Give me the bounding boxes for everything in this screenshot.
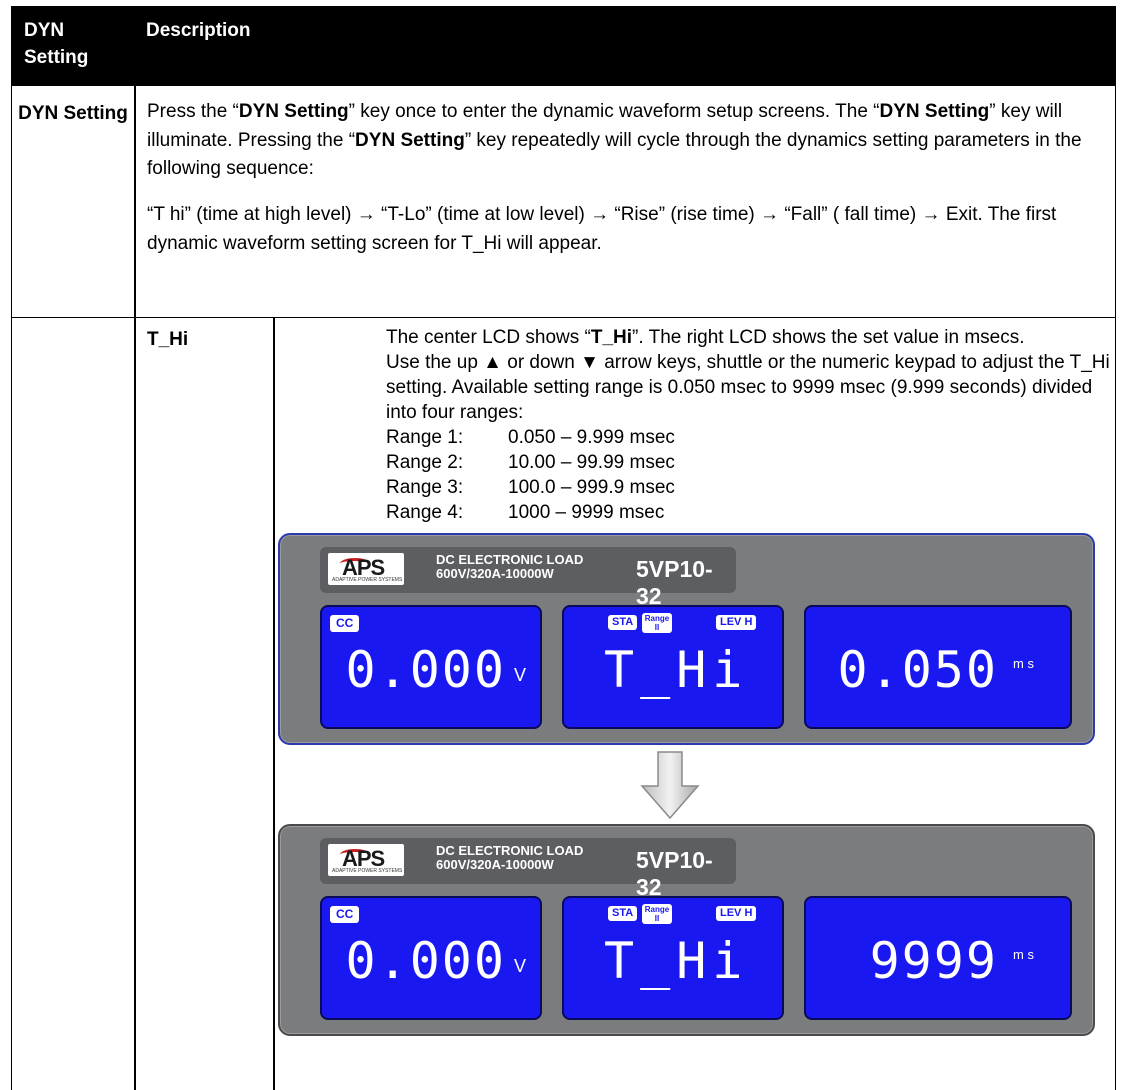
- time-unit: m s: [1013, 656, 1034, 671]
- panel-title-line1: DC ELECTRONIC LOAD: [436, 552, 584, 567]
- lcd-center: STA Range II LEV H T_Hi: [562, 896, 784, 1020]
- device-panel-2: APS ADAPTIVE POWER SYSTEMS DC ELECTRONIC…: [278, 824, 1095, 1036]
- voltage-readout: 0.000: [345, 932, 506, 990]
- dyn-sequence-text: “T hi” (time at high level) → “T-Lo” (ti…: [147, 204, 1057, 254]
- lev-indicator: LEV H: [716, 615, 757, 630]
- range-indicator: Range II: [642, 613, 672, 633]
- range-indicator: Range II: [642, 904, 672, 924]
- range-1: Range 1: 0.050 – 9.999 msec: [386, 427, 675, 448]
- lcd-right: 9999 m s: [804, 896, 1072, 1020]
- sta-indicator: STA: [608, 615, 638, 630]
- cc-indicator: CC: [330, 615, 360, 632]
- header-col-description: Description: [146, 20, 251, 41]
- panel-title-bar: APS ADAPTIVE POWER SYSTEMS DC ELECTRONIC…: [320, 838, 736, 900]
- aps-logo: APS ADAPTIVE POWER SYSTEMS: [328, 844, 404, 876]
- lcd-left: CC 0.000 V: [320, 605, 542, 729]
- t-hi-line1: The center LCD shows “T_Hi”. The right L…: [386, 327, 1025, 348]
- range-2: Range 2: 10.00 – 99.99 msec: [386, 452, 675, 473]
- lcd-right: 0.050 m s: [804, 605, 1072, 729]
- table-header: DYN Setting Description: [12, 7, 1115, 86]
- panel-title-line1: DC ELECTRONIC LOAD: [436, 843, 584, 858]
- aps-logo: APS ADAPTIVE POWER SYSTEMS: [328, 553, 404, 585]
- panel-title-line2: 600V/320A-10000W: [436, 566, 554, 581]
- t-hi-description: The center LCD shows “T_Hi”. The right L…: [386, 325, 1116, 525]
- range-4: Range 4: 1000 – 9999 msec: [386, 502, 665, 523]
- row-label-t-hi: T_Hi: [147, 329, 189, 350]
- range-3: Range 3: 100.0 – 999.9 msec: [386, 477, 675, 498]
- voltage-unit: V: [513, 956, 526, 976]
- model-number: 5VP10-32: [636, 556, 713, 609]
- model-number: 5VP10-32: [636, 847, 713, 900]
- parameter-readout: T_Hi: [604, 932, 749, 990]
- column-divider: [134, 86, 136, 1090]
- voltage-unit: V: [513, 665, 526, 685]
- cc-indicator: CC: [330, 906, 360, 923]
- lev-indicator: LEV H: [716, 906, 757, 921]
- row-label-dyn-setting: DYN Setting: [18, 103, 128, 124]
- table-row-dyn-setting: DYN Setting Press the “DYN Setting” key …: [12, 86, 1115, 318]
- lcd-center: STA Range II LEV H T_Hi: [562, 605, 784, 729]
- dyn-setting-description: Press the “DYN Setting” key once to ente…: [147, 101, 1082, 179]
- time-unit: m s: [1013, 947, 1034, 962]
- header-col-setting: DYN Setting: [24, 20, 89, 68]
- t-hi-body: Use the up ▲ or down ▼ arrow keys, shutt…: [386, 352, 1110, 423]
- time-readout: 0.050: [837, 641, 998, 699]
- sub-column-divider: [273, 318, 275, 1090]
- voltage-readout: 0.000: [345, 641, 506, 699]
- lcd-left: CC 0.000 V: [320, 896, 542, 1020]
- arrow-down-icon: [640, 751, 700, 820]
- time-readout: 9999: [869, 932, 998, 990]
- panel-title-line2: 600V/320A-10000W: [436, 857, 554, 872]
- sta-indicator: STA: [608, 906, 638, 921]
- device-panel-1: APS ADAPTIVE POWER SYSTEMS DC ELECTRONIC…: [278, 533, 1095, 745]
- parameter-readout: T_Hi: [604, 641, 749, 699]
- panel-title-bar: APS ADAPTIVE POWER SYSTEMS DC ELECTRONIC…: [320, 547, 736, 609]
